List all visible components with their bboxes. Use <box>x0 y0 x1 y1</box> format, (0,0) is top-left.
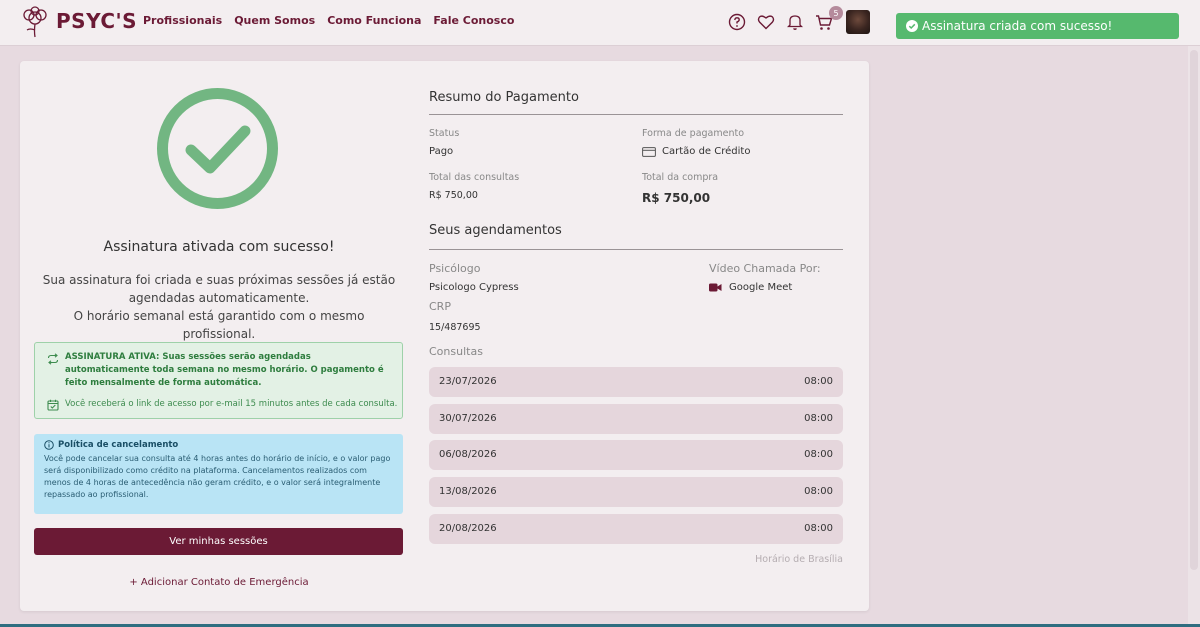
nav-como-funciona[interactable]: Como Funciona <box>327 14 421 27</box>
payment-method-label: Forma de pagamento <box>642 128 745 139</box>
nav-quem-somos[interactable]: Quem Somos <box>234 14 315 27</box>
appointment-date: 30/07/2026 <box>439 413 497 424</box>
appointment-date: 13/08/2026 <box>439 486 497 497</box>
appointment-time: 08:00 <box>804 449 833 460</box>
success-desc-line: Sua assinatura foi criada e suas próxima… <box>42 273 396 287</box>
nav-fale-conosco[interactable]: Fale Conosco <box>433 14 514 27</box>
appointment-row[interactable]: 30/07/2026 08:00 <box>429 404 843 434</box>
consults-total-label: Total das consultas <box>429 172 520 183</box>
success-desc-line: O horário semanal está garantido com o m… <box>73 309 365 341</box>
brand-name: PSYC'S <box>56 9 138 33</box>
payment-method-value: Cartão de Crédito <box>642 146 750 157</box>
policy-text: Você pode cancelar sua consulta até 4 ho… <box>44 454 391 499</box>
appointment-time: 08:00 <box>804 486 833 497</box>
credit-card-icon <box>642 146 656 157</box>
toast-text: Assinatura criada com sucesso! <box>922 19 1113 33</box>
purchase-total-label: Total da compra <box>642 172 719 183</box>
appointment-date: 06/08/2026 <box>439 449 497 460</box>
appointment-date: 20/08/2026 <box>439 523 497 534</box>
subscription-info-text: ASSINATURA ATIVA: Suas sessões serão age… <box>65 352 384 388</box>
appointments-title: Seus agendamentos <box>429 223 562 238</box>
cart-count-badge: 5 <box>829 6 843 20</box>
policy-title-text: Política de cancelamento <box>58 440 179 450</box>
view-sessions-button[interactable]: Ver minhas sessões <box>34 528 403 555</box>
timezone-note: Horário de Brasília <box>755 554 843 565</box>
success-description: Sua assinatura foi criada e suas próxima… <box>40 271 398 343</box>
info-icon <box>44 440 54 450</box>
summary-panel: Resumo do Pagamento Status Pago Forma de… <box>429 61 843 611</box>
success-toast: Assinatura criada com sucesso! <box>896 13 1179 39</box>
appointment-row[interactable]: 06/08/2026 08:00 <box>429 440 843 470</box>
subscription-note: Você receberá o link de acesso por e-mai… <box>65 399 398 409</box>
avatar[interactable] <box>846 10 870 34</box>
crp-label: CRP <box>429 300 451 313</box>
appointment-time: 08:00 <box>804 413 833 424</box>
add-emergency-contact-link[interactable]: + Adicionar Contato de Emergência <box>20 577 418 588</box>
bell-icon[interactable] <box>784 11 806 33</box>
logo[interactable]: PSYC'S <box>18 4 137 38</box>
video-call-value: Google Meet <box>709 282 792 293</box>
heart-icon[interactable] <box>755 11 777 33</box>
confirmation-card: Assinatura ativada com sucesso! Sua assi… <box>20 61 869 611</box>
main-nav: Profissionais Quem Somos Como Funciona F… <box>143 14 526 27</box>
appointment-date: 23/07/2026 <box>439 376 497 387</box>
consults-total-value: R$ 750,00 <box>429 190 478 201</box>
payment-summary-title: Resumo do Pagamento <box>429 90 579 105</box>
cart-icon[interactable]: 5 <box>813 6 843 33</box>
nav-profissionais[interactable]: Profissionais <box>143 14 222 27</box>
crp-value: 15/487695 <box>429 322 481 333</box>
header-actions: 5 <box>726 6 870 34</box>
cancellation-policy-box: Política de cancelamento Você pode cance… <box>34 434 403 514</box>
psychologist-label: Psicólogo <box>429 262 481 275</box>
policy-title: Política de cancelamento <box>44 440 393 450</box>
purchase-total-value: R$ 750,00 <box>642 191 711 205</box>
scrollbar-thumb[interactable] <box>1190 50 1198 570</box>
subscription-info-box: ASSINATURA ATIVA: Suas sessões serão age… <box>34 342 403 419</box>
success-title: Assinatura ativada com sucesso! <box>103 239 335 255</box>
appointment-row[interactable]: 13/08/2026 08:00 <box>429 477 843 507</box>
appointment-row[interactable]: 23/07/2026 08:00 <box>429 367 843 397</box>
confirmation-panel: Assinatura ativada com sucesso! Sua assi… <box>20 61 418 611</box>
divider <box>429 249 843 250</box>
appointment-time: 08:00 <box>804 523 833 534</box>
video-call-label: Vídeo Chamada Por: <box>709 262 821 275</box>
success-desc-line: agendadas automaticamente. <box>128 291 310 305</box>
payment-method-text: Cartão de Crédito <box>662 146 751 157</box>
calendar-check-icon <box>47 399 59 411</box>
divider <box>429 114 843 115</box>
check-circle-icon <box>906 20 918 32</box>
status-label: Status <box>429 128 460 139</box>
repeat-icon <box>47 353 59 365</box>
help-icon[interactable] <box>726 11 748 33</box>
big-check-icon <box>157 88 278 209</box>
video-camera-icon <box>709 283 722 292</box>
video-call-text: Google Meet <box>729 282 793 293</box>
logo-flower-icon <box>23 6 47 38</box>
appointment-time: 08:00 <box>804 376 833 387</box>
appointment-row[interactable]: 20/08/2026 08:00 <box>429 514 843 544</box>
consults-label: Consultas <box>429 345 483 358</box>
psychologist-value: Psicologo Cypress <box>429 282 519 293</box>
status-value: Pago <box>429 146 454 157</box>
